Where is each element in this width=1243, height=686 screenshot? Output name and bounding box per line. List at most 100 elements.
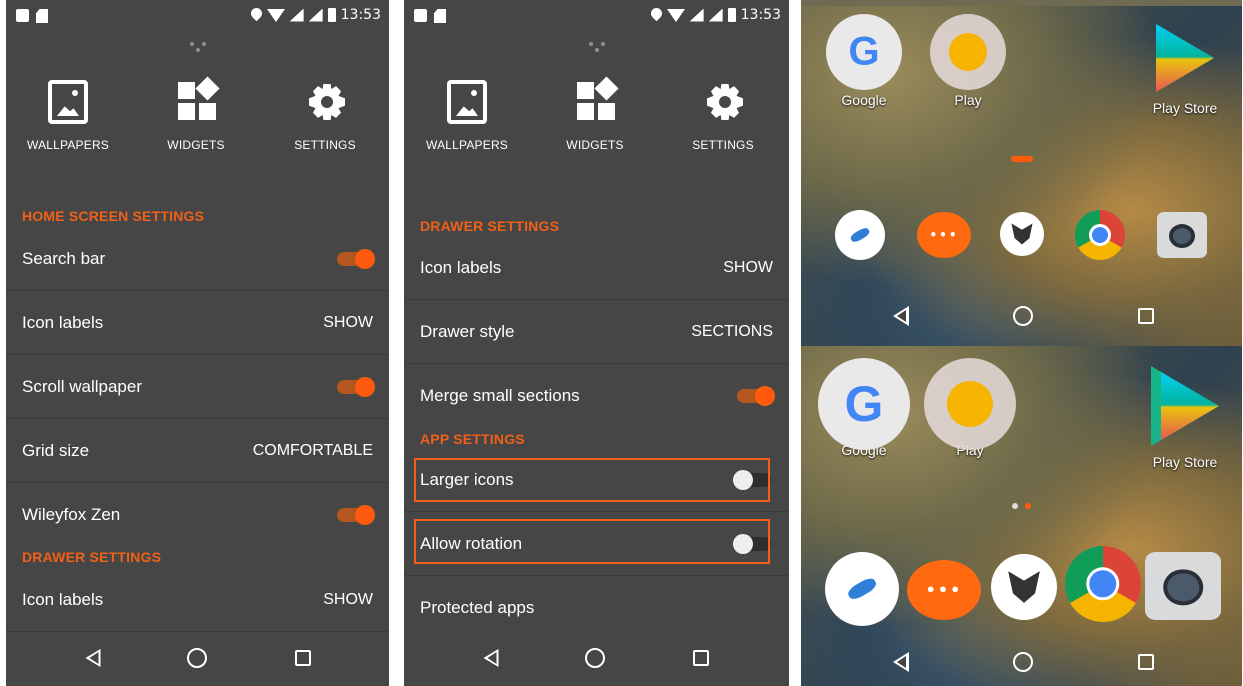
row-value: COMFORTABLE xyxy=(252,441,373,459)
row-label: Drawer style xyxy=(420,321,515,341)
row-value: SHOW xyxy=(323,313,373,331)
phone-icon xyxy=(835,210,885,260)
wileyfox-icon xyxy=(991,554,1057,620)
play-store-app[interactable]: Play Store xyxy=(1145,366,1225,470)
camera-app[interactable] xyxy=(1157,212,1207,258)
app-label: Play Store xyxy=(1152,100,1218,116)
recents-icon[interactable] xyxy=(1138,308,1154,324)
location-icon xyxy=(251,8,262,22)
page-dot xyxy=(1012,503,1018,509)
row-label: Icon labels xyxy=(22,312,104,332)
back-icon[interactable] xyxy=(893,306,909,326)
row-label: Scroll wallpaper xyxy=(22,376,142,396)
home-icon[interactable] xyxy=(1013,652,1033,672)
search-bar-toggle[interactable] xyxy=(337,248,375,269)
page-indicator xyxy=(1011,156,1033,162)
icon-labels-row[interactable]: Icon labels SHOW xyxy=(6,291,389,355)
row-label: Merge small sections xyxy=(420,386,580,405)
chrome-app[interactable] xyxy=(1075,210,1125,260)
scroll-wallpaper-toggle[interactable] xyxy=(337,376,375,397)
status-bar: 13:53 xyxy=(404,0,789,34)
play-store-app[interactable]: Play Store xyxy=(1145,24,1225,116)
row-label: Icon labels xyxy=(22,589,104,609)
clock: 13:53 xyxy=(340,7,381,23)
google-icon: G xyxy=(818,358,910,450)
wallpapers-button[interactable]: WALLPAPERS xyxy=(8,80,128,152)
grid-size-row[interactable]: Grid size COMFORTABLE xyxy=(6,419,389,483)
settings-screen-1: 13:53 WALLPAPERS WIDGETS SETTINGS HOME S… xyxy=(6,0,389,686)
wileyfox-zen-toggle[interactable] xyxy=(337,505,375,525)
row-value: SHOW xyxy=(323,590,373,608)
drag-handle-icon[interactable] xyxy=(587,40,607,54)
drawer-settings-header: DRAWER SETTINGS xyxy=(420,218,560,234)
status-bar: 13:53 xyxy=(6,0,389,34)
nav-bar xyxy=(404,630,789,686)
home-screen-settings-header: HOME SCREEN SETTINGS xyxy=(22,208,205,224)
phone-app[interactable] xyxy=(825,552,899,626)
home-icon[interactable] xyxy=(585,648,605,668)
wileyfox-app[interactable] xyxy=(1000,212,1044,256)
drag-handle-icon[interactable] xyxy=(188,40,208,54)
recents-icon[interactable] xyxy=(1138,654,1154,670)
clock: 13:53 xyxy=(740,7,781,23)
messaging-app[interactable]: ••• xyxy=(917,212,971,258)
wallpaper-icon xyxy=(48,80,88,124)
icon-labels-row[interactable]: Icon labels SHOW xyxy=(404,236,789,300)
wallpapers-button[interactable]: WALLPAPERS xyxy=(407,80,527,152)
play-music-icon xyxy=(930,14,1006,90)
wileyfox-app[interactable] xyxy=(991,554,1057,620)
recents-icon[interactable] xyxy=(693,650,709,666)
settings-screen-2: 13:53 WALLPAPERS WIDGETS SETTINGS DRAWER… xyxy=(404,0,789,686)
google-icon: G xyxy=(826,14,902,90)
battery-icon xyxy=(327,8,336,22)
camera-icon xyxy=(1157,212,1207,258)
back-icon[interactable] xyxy=(483,649,499,667)
row-label: Search bar xyxy=(22,248,106,268)
search-bar-row[interactable]: Search bar xyxy=(6,227,389,291)
widgets-label: WIDGETS xyxy=(566,138,624,152)
home-screen-comparison: G Google Play Play Store ••• G Google Pl… xyxy=(801,0,1242,686)
signal-icon xyxy=(689,8,704,22)
back-icon[interactable] xyxy=(893,652,909,672)
wileyfox-zen-row[interactable]: Wileyfox Zen xyxy=(6,483,389,547)
battery-icon xyxy=(727,8,736,22)
app-label: Google xyxy=(841,92,887,108)
chrome-app[interactable] xyxy=(1065,546,1141,622)
merge-sections-toggle[interactable] xyxy=(737,386,775,406)
image-notification-icon xyxy=(414,9,427,22)
row-label: Icon labels xyxy=(420,257,502,277)
home-icon[interactable] xyxy=(1013,306,1033,326)
phone-app[interactable] xyxy=(835,210,885,260)
gear-icon xyxy=(703,80,743,124)
messaging-app[interactable]: ••• xyxy=(907,560,981,620)
row-value: SHOW xyxy=(723,258,773,276)
sd-card-icon xyxy=(434,9,446,23)
back-icon[interactable] xyxy=(85,649,101,667)
camera-app[interactable] xyxy=(1145,552,1221,620)
widgets-button[interactable]: WIDGETS xyxy=(535,76,655,152)
app-label: Play Store xyxy=(1152,454,1218,470)
wifi-icon xyxy=(266,8,285,22)
drawer-style-row[interactable]: Drawer style SECTIONS xyxy=(404,300,789,364)
widgets-icon xyxy=(575,76,619,124)
image-notification-icon xyxy=(16,9,29,22)
wallpaper-icon xyxy=(447,80,487,124)
widgets-label: WIDGETS xyxy=(167,138,225,152)
google-app[interactable]: G Google xyxy=(825,14,903,108)
settings-button[interactable]: SETTINGS xyxy=(265,80,385,152)
home-icon[interactable] xyxy=(187,648,207,668)
recents-icon[interactable] xyxy=(295,650,311,666)
merge-small-sections-row[interactable]: Merge small sections xyxy=(404,364,789,428)
widgets-button[interactable]: WIDGETS xyxy=(136,76,256,152)
google-app[interactable]: G Google xyxy=(817,358,911,458)
drawer-icon-labels-row[interactable]: Icon labels SHOW xyxy=(6,568,389,632)
play-music-app[interactable]: Play xyxy=(923,358,1017,458)
play-music-app[interactable]: Play xyxy=(929,14,1007,108)
highlight-larger-icons xyxy=(414,458,770,502)
messaging-icon: ••• xyxy=(917,212,971,258)
app-settings-header: APP SETTINGS xyxy=(420,431,525,447)
settings-button[interactable]: SETTINGS xyxy=(663,80,783,152)
scroll-wallpaper-row[interactable]: Scroll wallpaper xyxy=(6,355,389,419)
signal-icon xyxy=(289,8,304,22)
home-screen-larger-icons: G Google Play Play Store ••• xyxy=(801,346,1242,686)
